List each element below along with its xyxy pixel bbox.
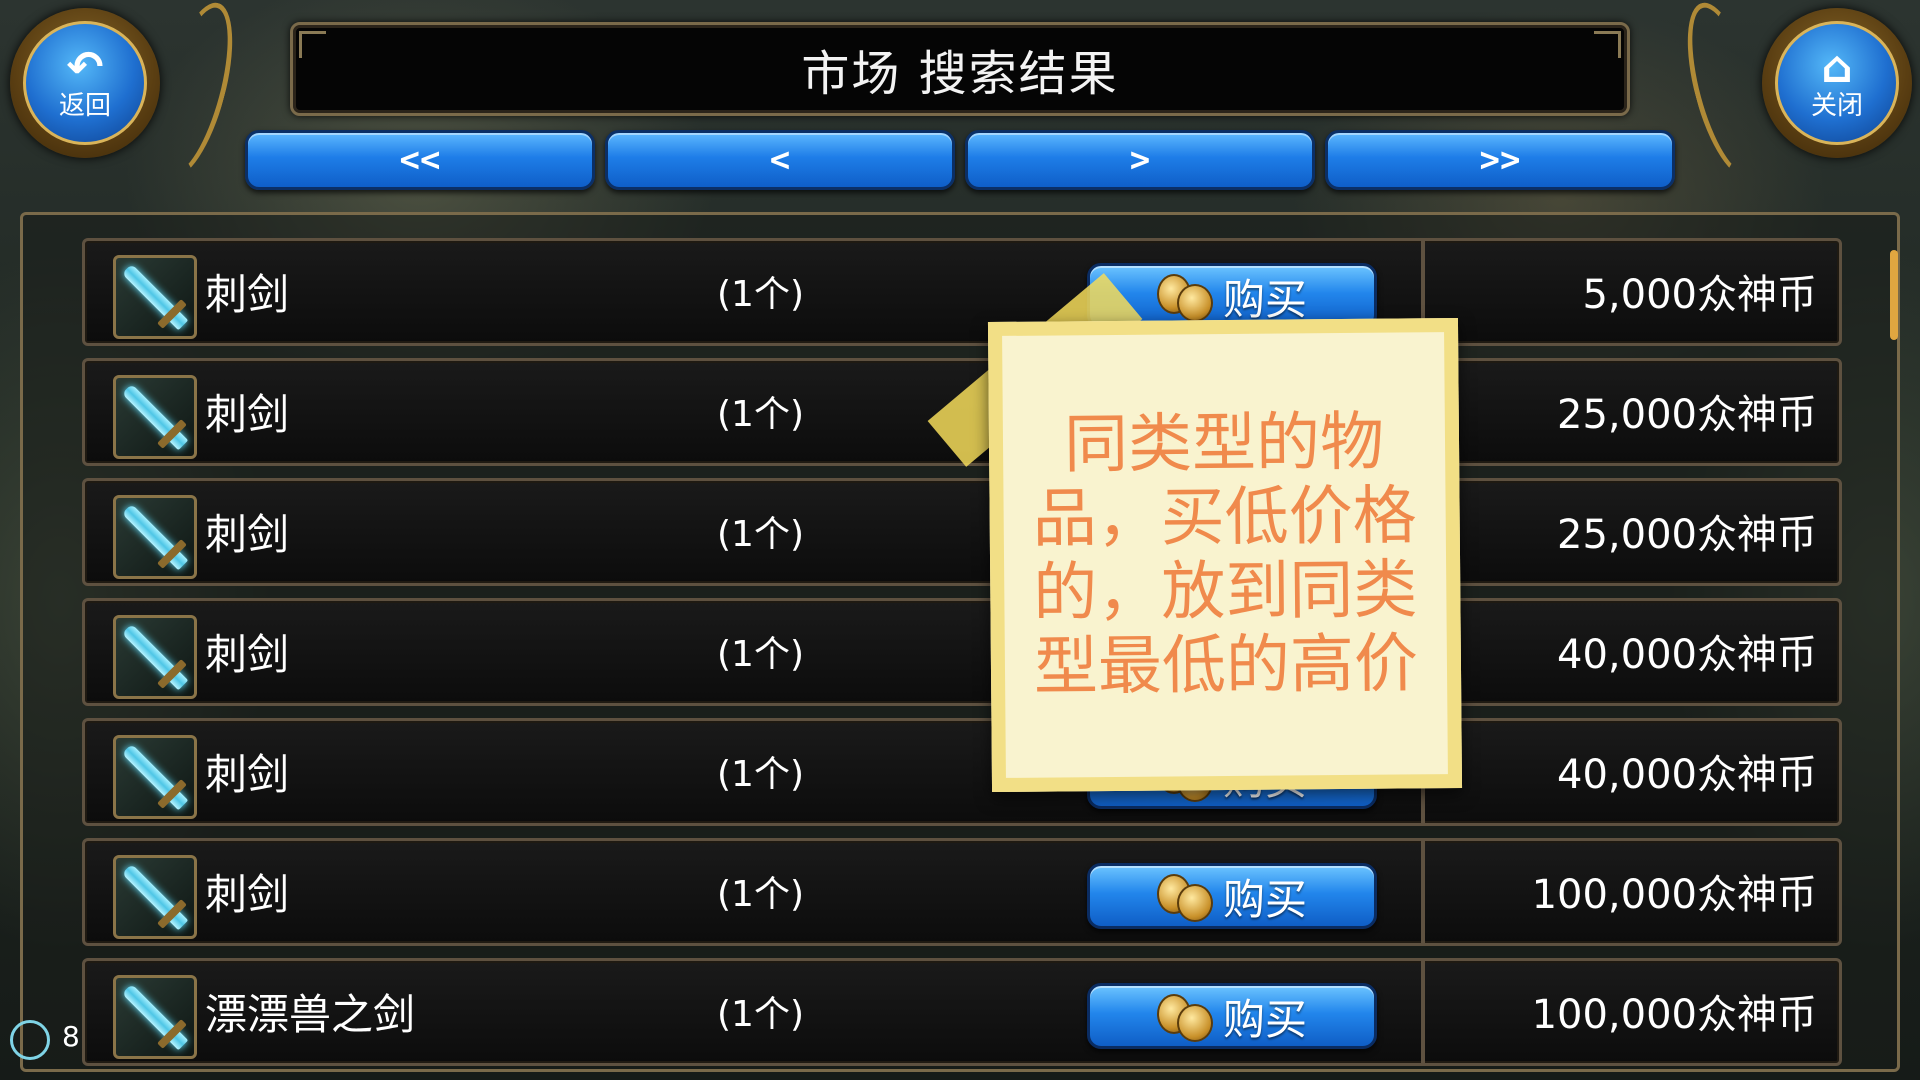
item-quantity: (1个): [717, 274, 804, 315]
item-name: 刺剑: [205, 270, 290, 319]
sword-icon[interactable]: [113, 375, 197, 459]
item-quantity: (1个): [717, 634, 804, 675]
title-bar: 市场 搜索结果: [290, 22, 1630, 116]
listing-row: 刺剑 (1个) 购买 5,000众神币: [82, 238, 1842, 346]
item-name: 刺剑: [205, 630, 290, 679]
item-quantity: (1个): [717, 994, 804, 1035]
item-price: 40,000众神币: [1557, 752, 1817, 798]
buy-button-label: 购买: [1222, 994, 1307, 1044]
scrollbar-thumb[interactable]: [1890, 250, 1898, 340]
column-divider: [1421, 838, 1425, 946]
undo-arrow-icon: ↶: [66, 42, 104, 93]
item-name: 刺剑: [205, 390, 290, 439]
back-button-label: 返回: [58, 91, 111, 121]
listing-row: 刺剑(1个)购买40,000众神币: [82, 718, 1842, 826]
listing-list[interactable]: 刺剑(1个)购买5,000众神币刺剑(1个)购买25,000众神币刺剑(1个)购…: [82, 238, 1842, 1080]
listing-row: 刺剑 (1个) 购买 100,000众神币: [82, 838, 1842, 946]
item-price: 5,000众神币: [1582, 272, 1817, 318]
first-page-button[interactable]: <<: [245, 130, 595, 190]
close-button-face: ⌂ 关闭: [1775, 21, 1899, 145]
coin-icon: [1156, 872, 1213, 922]
item-price: 100,000众神币: [1531, 992, 1817, 1038]
back-button-face: ↶ 返回: [23, 21, 147, 145]
item-name: 刺剑: [205, 870, 290, 919]
buy-button-label: 购买: [1222, 874, 1307, 924]
item-name: 刺剑: [205, 510, 290, 559]
sword-icon[interactable]: [113, 495, 197, 579]
item-price: 40,000众神币: [1557, 632, 1817, 678]
sword-icon[interactable]: [113, 735, 197, 819]
corner-counter: 8: [62, 1020, 80, 1053]
sword-icon[interactable]: [113, 615, 197, 699]
network-icon: [10, 1020, 50, 1060]
item-price: 25,000众神币: [1557, 512, 1817, 558]
coin-icon: [1156, 992, 1213, 1042]
sword-icon[interactable]: [113, 255, 197, 339]
item-name: 刺剑: [205, 750, 290, 799]
column-divider: [1421, 958, 1425, 1066]
house-icon: ⌂: [1821, 42, 1853, 93]
sword-icon[interactable]: [113, 975, 197, 1059]
item-quantity: (1个): [717, 514, 804, 555]
listing-row: 刺剑(1个)购买40,000众神币: [82, 598, 1842, 706]
listing-row: 漂漂兽之剑 (1个) 购买 100,000众神币: [82, 958, 1842, 1066]
sword-graphic: [121, 983, 189, 1051]
next-page-button[interactable]: >: [965, 130, 1315, 190]
sword-graphic: [121, 383, 189, 451]
sticky-note: 同类型的物品，买低价格的，放到同类型最低的高价: [987, 317, 1463, 793]
previous-page-button[interactable]: <: [605, 130, 955, 190]
item-price: 100,000众神币: [1531, 872, 1817, 918]
sword-graphic: [121, 743, 189, 811]
close-button-label: 关闭: [1810, 91, 1863, 121]
sword-icon[interactable]: [113, 855, 197, 939]
buy-button[interactable]: 购买: [1087, 983, 1377, 1049]
listing-row: 刺剑(1个)购买25,000众神币: [82, 478, 1842, 586]
sword-graphic: [121, 623, 189, 691]
item-quantity: (1个): [717, 394, 804, 435]
item-quantity: (1个): [717, 754, 804, 795]
page-title: 市场 搜索结果: [801, 46, 1119, 102]
sword-graphic: [121, 503, 189, 571]
last-page-button[interactable]: >>: [1325, 130, 1675, 190]
sword-graphic: [121, 263, 189, 331]
sticky-note-text: 同类型的物品，买低价格的，放到同类型最低的高价: [1032, 405, 1419, 705]
item-quantity: (1个): [717, 874, 804, 915]
close-button[interactable]: ⌂ 关闭: [1762, 8, 1912, 158]
buy-button[interactable]: 购买: [1087, 863, 1377, 929]
buy-button-label: 购买: [1222, 274, 1307, 324]
item-price: 25,000众神币: [1557, 392, 1817, 438]
item-name: 漂漂兽之剑: [205, 990, 416, 1039]
back-button[interactable]: ↶ 返回: [10, 8, 160, 158]
sword-graphic: [121, 863, 189, 931]
coin-icon: [1156, 272, 1213, 322]
